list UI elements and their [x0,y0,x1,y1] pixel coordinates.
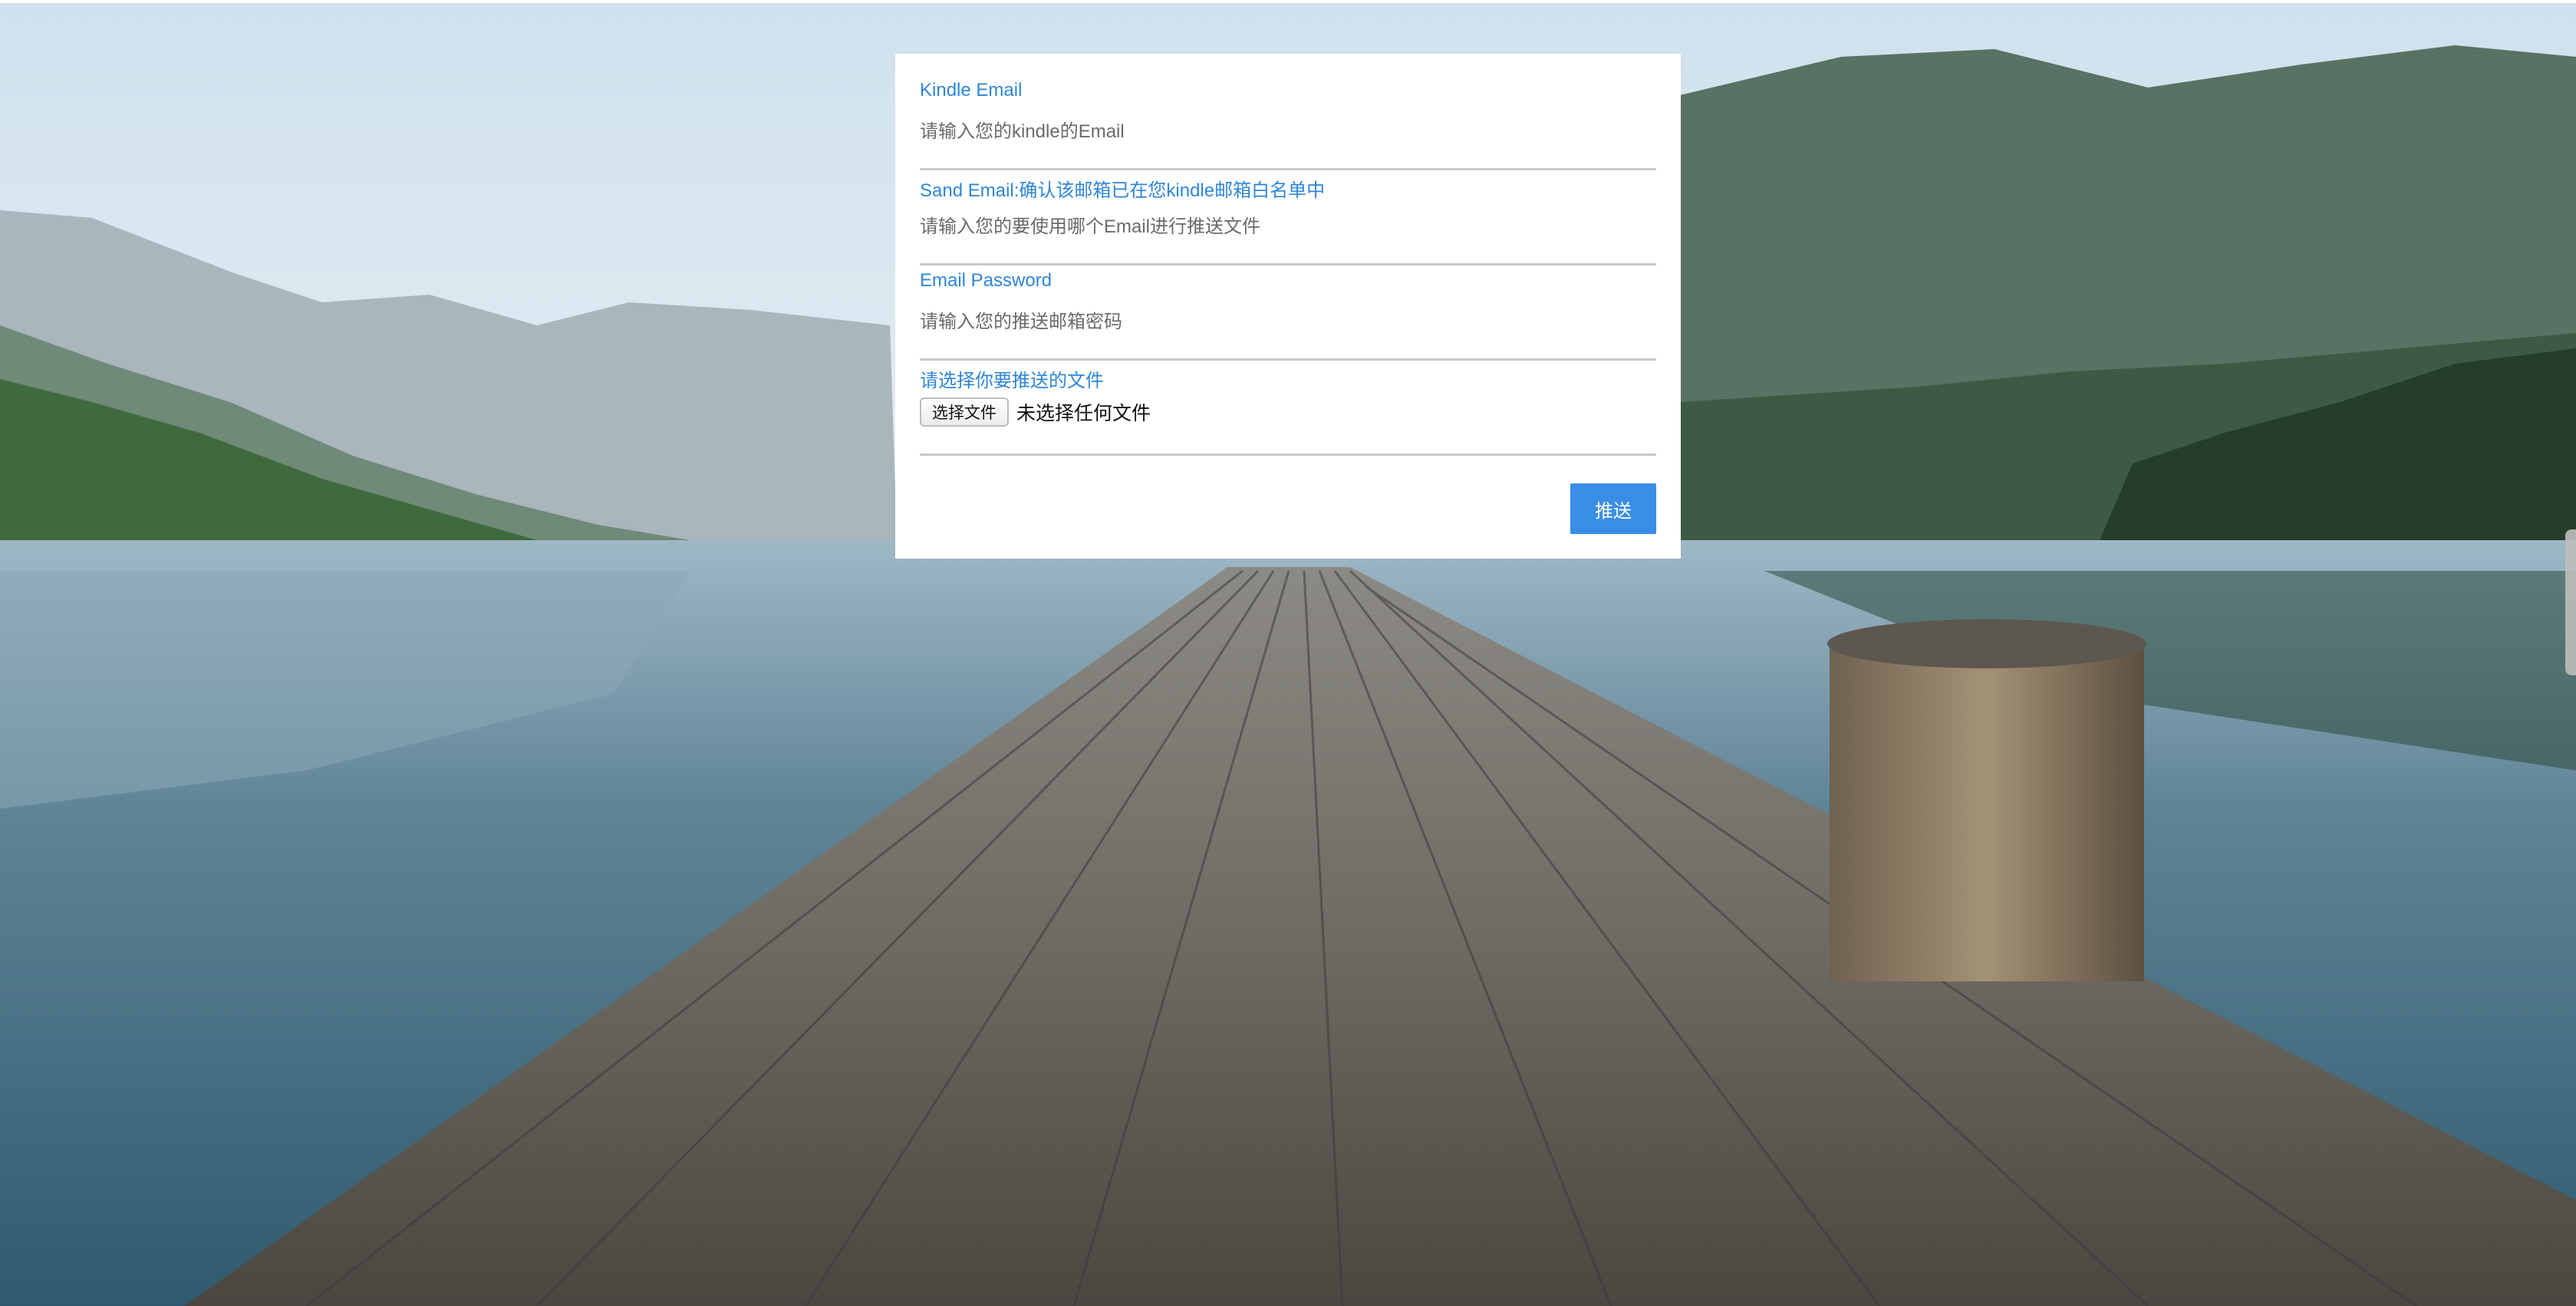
email-password-label: Email Password [920,270,1052,291]
file-field-group: 请选择你要推送的文件 选择文件 未选择任何文件 [920,361,1656,456]
file-label: 请选择你要推送的文件 [920,371,1104,391]
email-password-input[interactable] [920,305,1656,339]
file-picker: 选择文件 未选择任何文件 [920,394,1151,430]
kindle-email-field-group: Kindle Email [920,75,1656,170]
choose-file-button[interactable]: 选择文件 [920,397,1009,427]
send-email-label: Sand Email:确认该邮箱已在您kindle邮箱白名单中 [920,180,1326,201]
kindle-email-input[interactable] [920,115,1656,149]
push-button[interactable]: 推送 [1570,483,1656,534]
file-status-text: 未选择任何文件 [1016,403,1151,424]
send-email-field-group: Sand Email:确认该邮箱已在您kindle邮箱白名单中 [920,170,1656,265]
page: Kindle Email Sand Email:确认该邮箱已在您kindle邮箱… [0,0,2576,1306]
send-email-input[interactable] [920,210,1656,244]
email-password-field-group: Email Password [920,265,1656,361]
kindle-email-label: Kindle Email [920,80,1023,101]
scrollbar-handle[interactable] [2565,529,2576,675]
kindle-push-form: Kindle Email Sand Email:确认该邮箱已在您kindle邮箱… [895,54,1681,559]
